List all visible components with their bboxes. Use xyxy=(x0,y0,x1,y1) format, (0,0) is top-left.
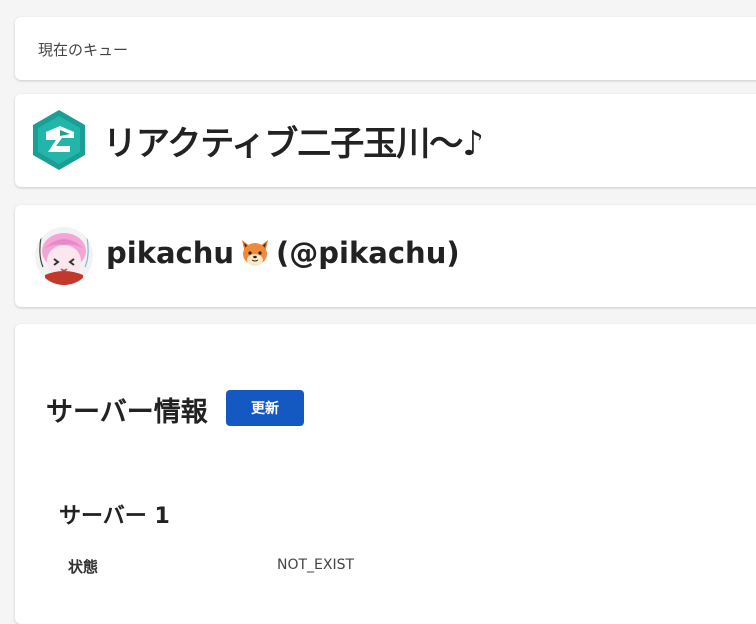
user-card: pikachu (@pikachu) xyxy=(15,205,756,307)
user-display-line: pikachu (@pikachu) xyxy=(106,236,460,270)
queue-card: 現在のキュー xyxy=(15,17,756,80)
status-label: 状態 xyxy=(68,558,99,576)
fox-face-icon xyxy=(239,237,271,269)
app-title: リアクティブ二子玉川〜♪ xyxy=(103,124,484,164)
server-name-heading: サーバー 1 xyxy=(59,504,170,529)
status-value: NOT_EXIST xyxy=(277,557,355,573)
app-logo-icon xyxy=(30,108,88,172)
server-info-card: サーバー情報 更新 サーバー 1 状態 NOT_EXIST xyxy=(15,324,756,624)
app-title-card: リアクティブ二子玉川〜♪ xyxy=(15,94,756,187)
user-avatar xyxy=(35,227,93,285)
user-handle: (@pikachu) xyxy=(276,236,460,270)
server-info-heading: サーバー情報 xyxy=(46,397,208,428)
queue-label: 現在のキュー xyxy=(38,41,129,59)
user-name: pikachu xyxy=(106,236,235,270)
refresh-button[interactable]: 更新 xyxy=(226,390,304,426)
